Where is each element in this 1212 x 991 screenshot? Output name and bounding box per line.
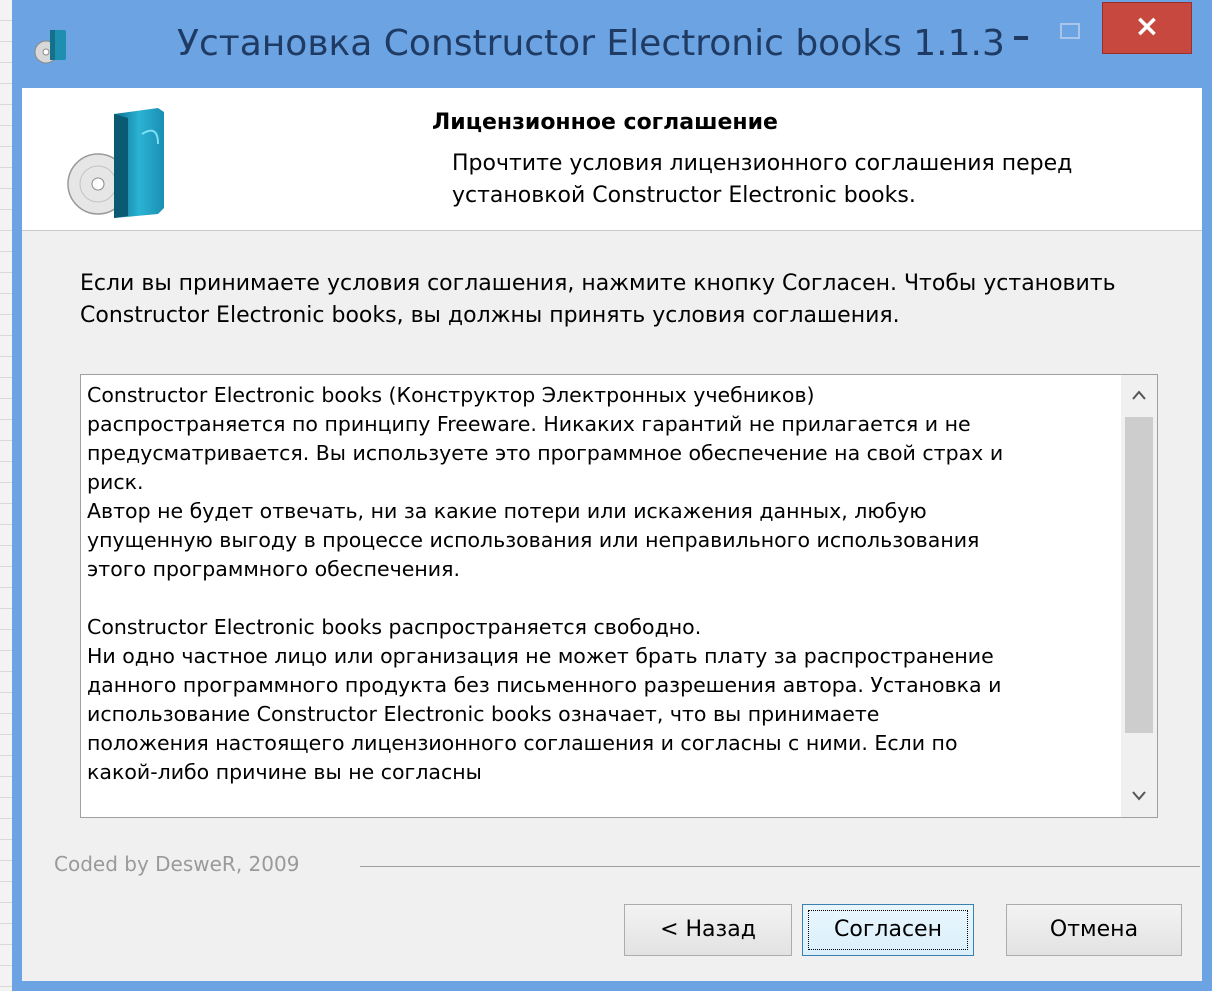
wizard-client-area: Лицензионное соглашение Прочтите условия… [22, 88, 1202, 981]
wizard-header: Лицензионное соглашение Прочтите условия… [22, 88, 1202, 231]
maximize-icon[interactable] [1052, 14, 1092, 54]
license-text: Constructor Electronic books (Конструкто… [87, 383, 1004, 784]
scroll-down-icon[interactable] [1121, 777, 1157, 817]
title-bar[interactable]: Установка Constructor Electronic books 1… [12, 0, 1212, 88]
scroll-thumb[interactable] [1125, 417, 1153, 733]
product-box-icon [62, 104, 182, 222]
scroll-up-icon[interactable] [1121, 375, 1157, 415]
window-title: Установка Constructor Electronic books 1… [177, 23, 1005, 64]
intro-text: Если вы принимаете условия соглашения, н… [80, 271, 1116, 328]
cancel-button[interactable]: Отмена [1006, 904, 1182, 956]
header-title: Лицензионное соглашение [432, 110, 778, 135]
license-scrollbar[interactable] [1121, 375, 1157, 817]
installer-window: Установка Constructor Electronic books 1… [12, 0, 1212, 991]
license-textbox[interactable]: Constructor Electronic books (Конструкто… [80, 374, 1158, 818]
agree-button[interactable]: Согласен [802, 904, 974, 956]
background-sheet [0, 0, 12, 991]
footer-separator [360, 866, 1200, 867]
header-subtitle: Прочтите условия лицензионного соглашени… [452, 151, 1073, 208]
focus-rectangle [808, 910, 968, 950]
coded-by-label: Coded by DesweR, 2009 [54, 852, 308, 876]
minimize-icon[interactable] [1002, 14, 1042, 54]
back-button[interactable]: < Назад [624, 904, 792, 956]
installer-app-icon[interactable] [32, 26, 72, 66]
close-icon[interactable]: × [1102, 2, 1192, 54]
